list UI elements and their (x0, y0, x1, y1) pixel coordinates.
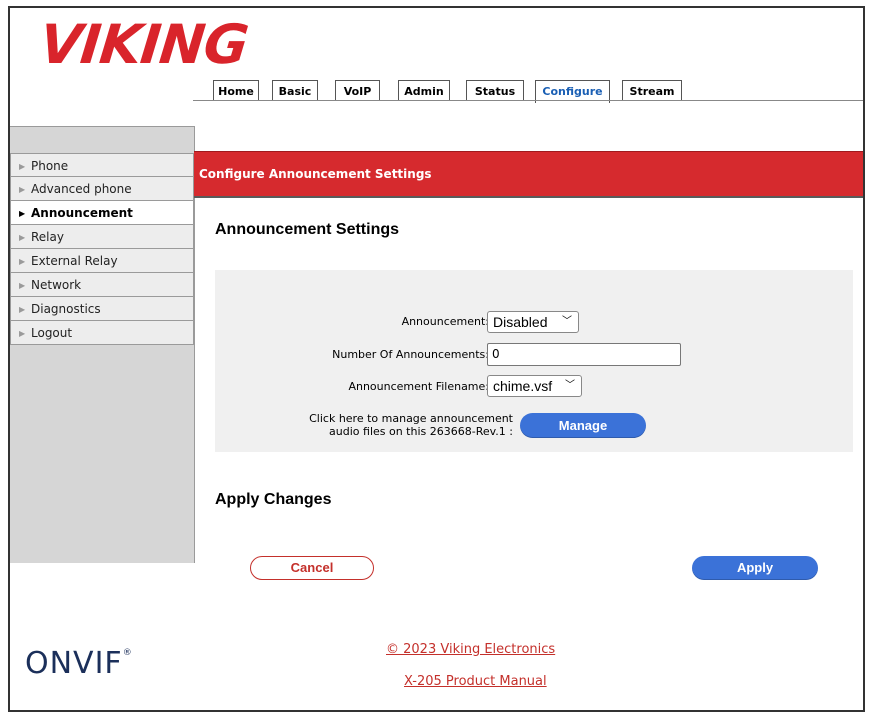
announcement-label: Announcement: (401, 315, 489, 328)
tab-divider (193, 100, 863, 101)
copyright-link[interactable]: © 2023 Viking Electronics (386, 642, 555, 657)
onvif-logo-text: ONVIF (25, 646, 123, 681)
onvif-logo: ONVIF® (25, 646, 132, 681)
sidebar-item-diagnostics[interactable]: ▶ Diagnostics (10, 297, 194, 321)
sidebar-item-label: Phone (31, 159, 69, 173)
triangle-right-icon: ▶ (19, 329, 26, 338)
tab-status[interactable]: Status (466, 80, 524, 100)
triangle-right-icon: ▶ (19, 209, 26, 218)
manage-description-line1: Click here to manage announcement (309, 412, 513, 425)
sidebar-item-network[interactable]: ▶ Network (10, 273, 194, 297)
sidebar-item-advanced-phone[interactable]: ▶ Advanced phone (10, 177, 194, 201)
sidebar-item-logout[interactable]: ▶ Logout (10, 321, 194, 345)
sidebar-item-label: Diagnostics (31, 302, 101, 316)
sidebar: ▶ Phone ▶ Advanced phone ▶ Announcement ▶ Re… (10, 126, 195, 563)
sidebar-item-label: Network (31, 278, 82, 292)
tab-voip[interactable]: VoIP (335, 80, 380, 100)
triangle-right-icon: ▶ (19, 305, 26, 314)
cancel-button[interactable]: Cancel (250, 556, 374, 580)
sidebar-item-relay[interactable]: ▶ Relay (10, 225, 194, 249)
chevron-down-icon: ﹀ (565, 380, 575, 391)
tab-basic[interactable]: Basic (272, 80, 318, 100)
sidebar-item-external-relay[interactable]: ▶ External Relay (10, 249, 194, 273)
onvif-registered-mark: ® (122, 648, 132, 658)
sidebar-item-label: Advanced phone (31, 182, 132, 196)
triangle-right-icon: ▶ (19, 185, 26, 194)
settings-panel: Announcement: Disabled ﹀ Number Of Annou… (215, 270, 853, 452)
triangle-right-icon: ▶ (19, 233, 26, 242)
tab-home[interactable]: Home (213, 80, 259, 100)
triangle-right-icon: ▶ (19, 162, 26, 171)
announcement-select[interactable]: Disabled ﹀ (487, 311, 579, 333)
tab-stream[interactable]: Stream (622, 80, 682, 100)
announcement-count-label: Number Of Announcements: (332, 348, 489, 361)
sidebar-menu: ▶ Phone ▶ Advanced phone ▶ Announcement ▶ Re… (10, 153, 194, 345)
announcement-filename-label: Announcement Filename: (348, 380, 489, 393)
announcement-select-value: Disabled (493, 314, 548, 330)
manage-description-line2: audio files on this 263668-Rev.1 : (329, 425, 513, 438)
sidebar-item-label: Relay (31, 230, 64, 244)
settings-heading: Announcement Settings (215, 221, 400, 238)
triangle-right-icon: ▶ (19, 281, 26, 290)
sidebar-item-label: Logout (31, 326, 73, 340)
section-banner: Configure Announcement Settings (194, 151, 863, 198)
apply-heading: Apply Changes (215, 491, 332, 508)
viking-logo: VIKING (36, 13, 251, 76)
product-manual-link[interactable]: X-205 Product Manual (404, 674, 547, 689)
announcement-filename-select[interactable]: chime.vsf ﹀ (487, 375, 582, 397)
triangle-right-icon: ▶ (19, 257, 26, 266)
sidebar-item-label: External Relay (31, 254, 118, 268)
sidebar-item-phone[interactable]: ▶ Phone (10, 153, 194, 177)
announcement-filename-value: chime.vsf (493, 378, 553, 394)
announcement-count-input[interactable]: 0 (487, 343, 681, 366)
chevron-down-icon: ﹀ (562, 316, 572, 327)
tab-admin[interactable]: Admin (398, 80, 450, 100)
sidebar-item-announcement[interactable]: ▶ Announcement (10, 201, 194, 225)
apply-button[interactable]: Apply (692, 556, 818, 580)
page-frame: VIKING Home Basic VoIP Admin Status Conf… (8, 6, 865, 712)
manage-description: Click here to manage announcement audio … (309, 412, 513, 438)
sidebar-item-label: Announcement (31, 206, 133, 220)
manage-button[interactable]: Manage (520, 413, 646, 438)
